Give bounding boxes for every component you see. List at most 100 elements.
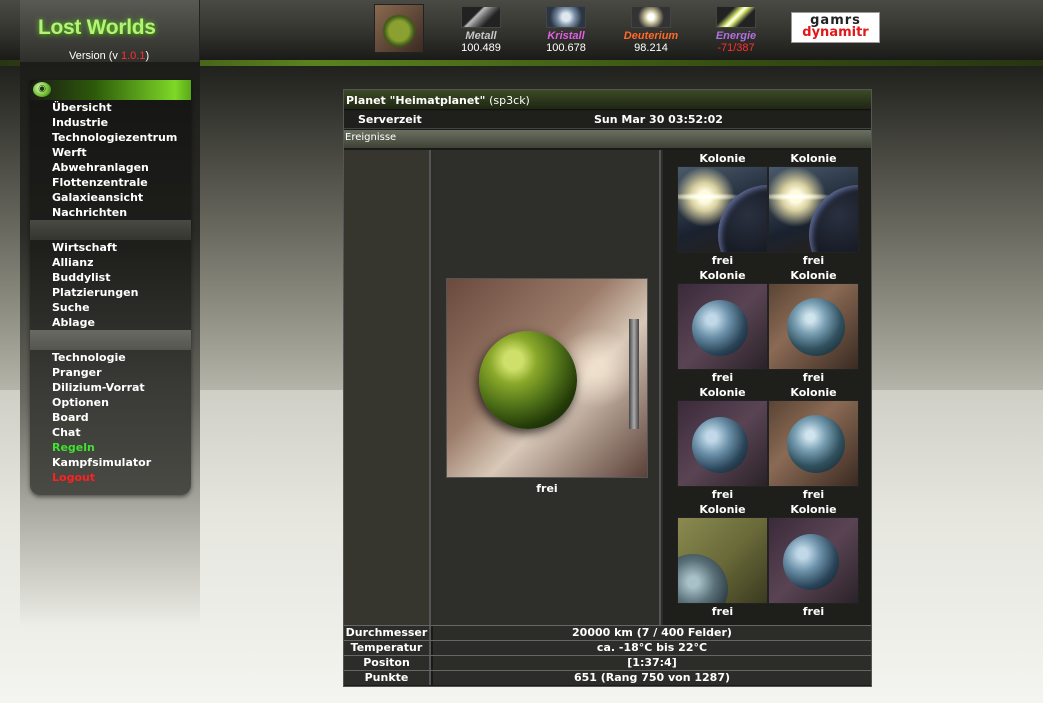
logo-title: Lost Worlds: [38, 16, 156, 39]
nav-flottenzentrale[interactable]: Flottenzentrale: [52, 176, 148, 189]
home-planet-image[interactable]: [446, 278, 648, 478]
nav-dilizium-vorrat[interactable]: Dilizium-Vorrat: [52, 381, 145, 394]
nav-allianz[interactable]: Allianz: [52, 256, 93, 269]
server-time-value: Sun Mar 30 03:52:02: [594, 113, 723, 126]
resource-value: 100.489: [461, 42, 501, 54]
crystal-icon: [546, 6, 586, 28]
colony-status: frei: [802, 254, 825, 267]
resource-name: Energie: [715, 30, 757, 42]
colony-image[interactable]: [677, 166, 768, 253]
main-panel: Planet "Heimatplanet" (sp3ck) Serverzeit…: [343, 89, 872, 687]
colony-image[interactable]: [677, 400, 768, 487]
sponsor-logo[interactable]: gamrs dynamitr: [791, 12, 880, 43]
nav-regeln[interactable]: Regeln: [52, 441, 95, 454]
colony-slot[interactable]: Kolonie frei: [768, 267, 859, 384]
resource-metal: Metall 100.489: [446, 6, 516, 54]
nav-abwehranlagen[interactable]: Abwehranlagen: [52, 161, 149, 174]
colony-slot[interactable]: Kolonie frei: [768, 384, 859, 501]
nav-chat[interactable]: Chat: [52, 426, 81, 439]
resource-value: -71/387: [717, 42, 755, 54]
nav-board[interactable]: Board: [52, 411, 89, 424]
nav-wirtschaft[interactable]: Wirtschaft: [52, 241, 117, 254]
nav-galaxieansicht[interactable]: Galaxieansicht: [52, 191, 143, 204]
colony-title: Kolonie: [699, 269, 746, 282]
colony-status: frei: [711, 371, 734, 384]
nav-platzierungen[interactable]: Platzierungen: [52, 286, 138, 299]
colony-image[interactable]: [768, 517, 859, 604]
resource-name: Kristall: [547, 30, 585, 42]
colony-status: frei: [802, 605, 825, 618]
colony-title: Kolonie: [699, 152, 746, 165]
server-time-row: Serverzeit Sun Mar 30 03:52:02: [344, 111, 871, 129]
info-label: Durchmesser: [344, 626, 431, 640]
version-suffix: ): [145, 50, 150, 62]
server-time-label: Serverzeit: [358, 113, 422, 126]
nav-buddylist[interactable]: Buddylist: [52, 271, 110, 284]
nav-logout[interactable]: Logout: [52, 471, 95, 484]
colony-slot[interactable]: Kolonie frei: [677, 150, 768, 267]
colony-slot[interactable]: Kolonie frei: [677, 501, 768, 618]
info-value: ca. -18°C bis 22°C: [433, 641, 871, 655]
nav-uebersicht[interactable]: Übersicht: [52, 101, 112, 114]
info-row-points: Punkte 651 (Rang 750 von 1287): [344, 670, 871, 685]
planet-title-bar: Planet "Heimatplanet" (sp3ck): [344, 90, 871, 110]
resource-name: Deuterium: [623, 30, 679, 42]
nav-pranger[interactable]: Pranger: [52, 366, 102, 379]
version-prefix: Version (v: [69, 50, 121, 62]
colony-slot[interactable]: Kolonie frei: [768, 501, 859, 618]
colony-status: frei: [802, 371, 825, 384]
events-column: [344, 150, 431, 625]
resource-value: 98.214: [634, 42, 668, 54]
colony-status: frei: [711, 605, 734, 618]
energy-icon: [716, 6, 756, 28]
colony-title: Kolonie: [790, 269, 837, 282]
colony-status: frei: [711, 254, 734, 267]
colony-image[interactable]: [768, 283, 859, 370]
colony-image[interactable]: [768, 166, 859, 253]
colony-slot[interactable]: Kolonie frei: [677, 384, 768, 501]
colony-image[interactable]: [677, 283, 768, 370]
colony-status: frei: [711, 488, 734, 501]
info-row-diameter: Durchmesser 20000 km (7 / 400 Felder): [344, 625, 871, 640]
deuterium-icon: [631, 6, 671, 28]
colony-title: Kolonie: [790, 503, 837, 516]
colonies-column: Kolonie frei Kolonie frei Kolonie frei K…: [663, 150, 871, 625]
planet-title: Planet "Heimatplanet": [346, 94, 486, 107]
sidebar-separator: [30, 330, 191, 350]
current-planet-thumbnail[interactable]: [374, 4, 424, 53]
colony-slot[interactable]: Kolonie frei: [677, 267, 768, 384]
station-rail: [629, 319, 639, 429]
colony-image[interactable]: [677, 517, 768, 604]
nav-suche[interactable]: Suche: [52, 301, 90, 314]
events-row: Ereignisse: [344, 130, 871, 148]
info-value: 651 (Rang 750 von 1287): [433, 671, 871, 685]
resource-name: Metall: [465, 30, 497, 42]
sidebar-separator: [30, 220, 191, 240]
colony-status: frei: [802, 488, 825, 501]
planet-overview-grid: frei Kolonie frei Kolonie frei Kolonie f…: [344, 150, 871, 625]
nav-technologie[interactable]: Technologie: [52, 351, 126, 364]
info-value: [1:37:4]: [433, 656, 871, 670]
info-value: 20000 km (7 / 400 Felder): [433, 626, 871, 640]
colony-title: Kolonie: [790, 386, 837, 399]
info-label: Punkte: [344, 671, 431, 685]
colony-title: Kolonie: [699, 503, 746, 516]
nav-kampfsimulator[interactable]: Kampfsimulator: [52, 456, 151, 469]
colony-slot[interactable]: Kolonie frei: [768, 150, 859, 267]
eye-icon: ◉: [33, 82, 51, 97]
nav-technologiezentrum[interactable]: Technologiezentrum: [52, 131, 177, 144]
nav-werft[interactable]: Werft: [52, 146, 87, 159]
resource-crystal: Kristall 100.678: [531, 6, 601, 54]
resource-energy: Energie -71/387: [701, 6, 771, 54]
info-row-position: Positon [1:37:4]: [344, 655, 871, 670]
colony-image[interactable]: [768, 400, 859, 487]
info-label: Positon: [344, 656, 431, 670]
nav-ablage[interactable]: Ablage: [52, 316, 95, 329]
nav-optionen[interactable]: Optionen: [52, 396, 109, 409]
info-label: Temperatur: [344, 641, 431, 655]
nav-nachrichten[interactable]: Nachrichten: [52, 206, 127, 219]
planet-info-table: Durchmesser 20000 km (7 / 400 Felder) Te…: [344, 625, 871, 686]
nav-industrie[interactable]: Industrie: [52, 116, 108, 129]
sidebar-header: [30, 80, 191, 100]
info-row-temperature: Temperatur ca. -18°C bis 22°C: [344, 640, 871, 655]
